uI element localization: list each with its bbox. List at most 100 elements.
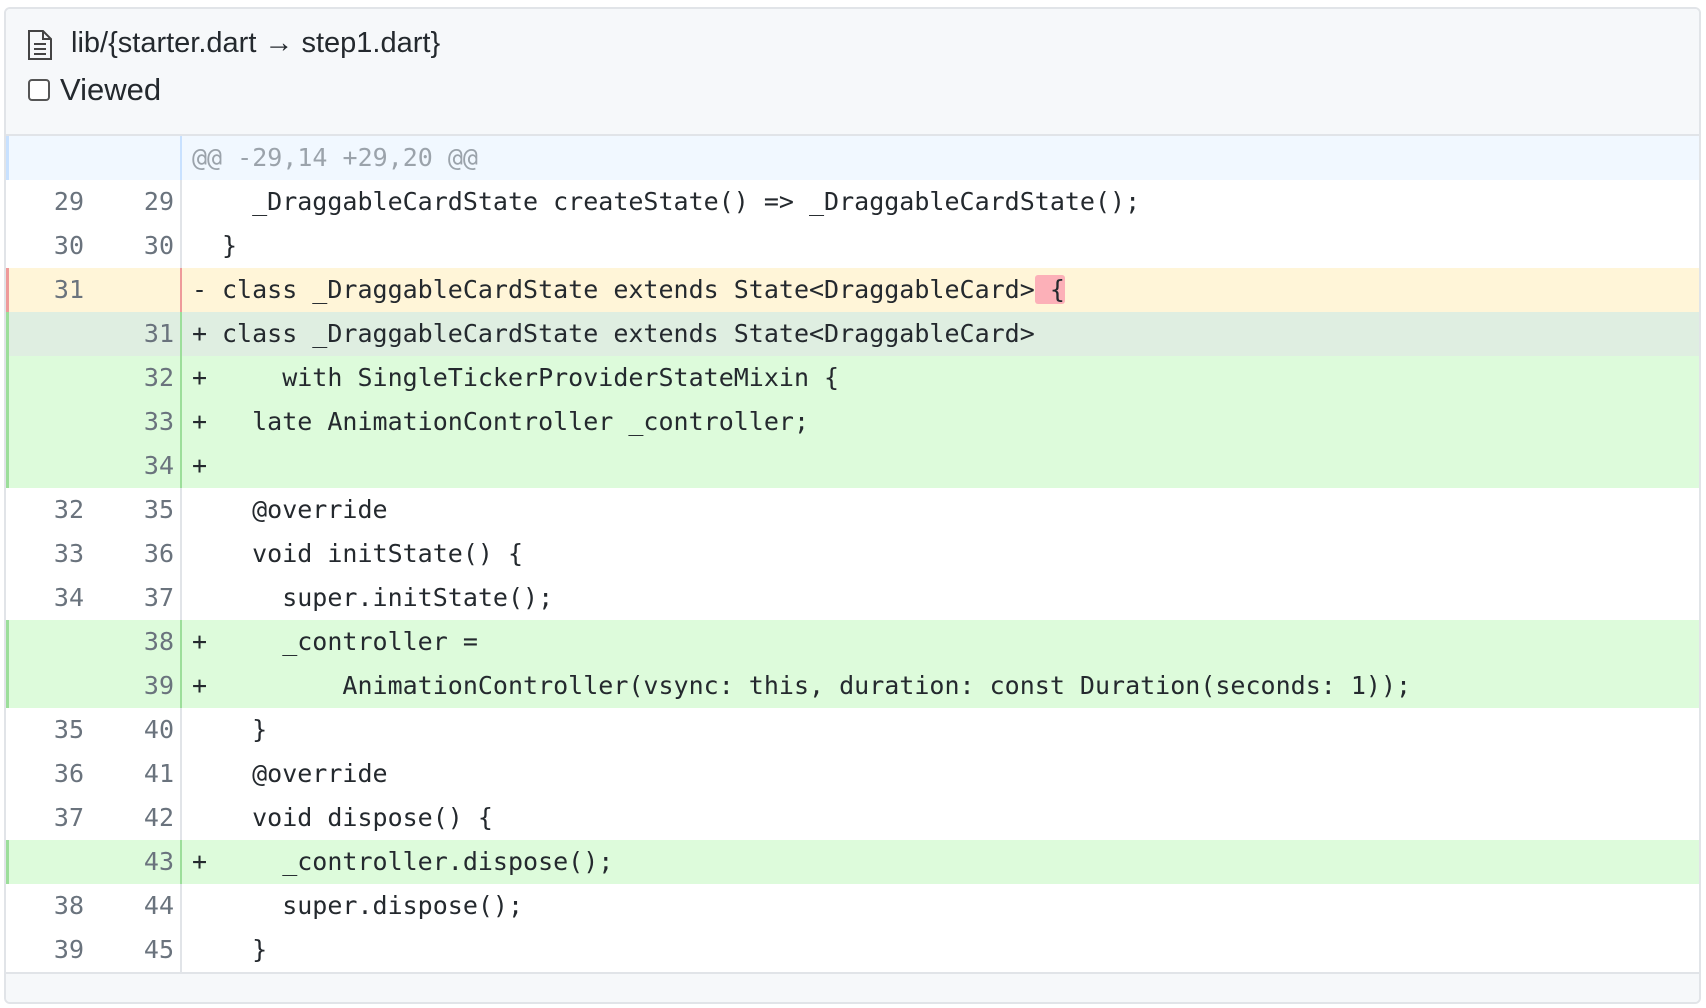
code-text: void initState() {	[222, 539, 524, 568]
diff-marker	[192, 708, 222, 752]
diff-line-context: 34 37 super.initState();	[6, 576, 1699, 620]
line-number-new[interactable]: 38	[90, 620, 182, 664]
line-number-old[interactable]: 37	[6, 796, 90, 840]
line-number-new[interactable]: 34	[90, 444, 182, 488]
code-line: super.initState();	[182, 576, 1699, 620]
diff-line-context: 39 45 }	[6, 928, 1699, 972]
diff-line-context: 38 44 super.dispose();	[6, 884, 1699, 928]
code-line: _DraggableCardState createState() => _Dr…	[182, 180, 1699, 224]
code-text: with SingleTickerProviderStateMixin {	[222, 363, 840, 392]
line-number-old[interactable]: 30	[6, 224, 90, 268]
diff-marker	[192, 224, 222, 268]
line-number-old[interactable]	[6, 620, 90, 664]
line-number-new[interactable]: 42	[90, 796, 182, 840]
removed-token-highlight: {	[1034, 275, 1065, 304]
diff-line-context: 35 40 }	[6, 708, 1699, 752]
line-number-old[interactable]: 38	[6, 884, 90, 928]
diff-table: @@ -29,14 +29,20 @@ 29 29 _DraggableCardS…	[6, 136, 1699, 972]
line-number-old[interactable]: 31	[6, 268, 90, 312]
code-text: }	[222, 935, 268, 964]
line-number-old[interactable]	[6, 400, 90, 444]
code-text: AnimationController(vsync: this, duratio…	[222, 671, 1412, 700]
file-path[interactable]: lib/{starter.dart → step1.dart}	[71, 27, 440, 60]
code-text: super.initState();	[222, 583, 554, 612]
code-line: + _controller.dispose();	[182, 840, 1699, 884]
diff-line-added: 34 +	[6, 444, 1699, 488]
line-number-new[interactable]: 41	[90, 752, 182, 796]
line-number-new[interactable]: 33	[90, 400, 182, 444]
line-number-old[interactable]: 29	[6, 180, 90, 224]
diff-line-added: 32 + with SingleTickerProviderStateMixin …	[6, 356, 1699, 400]
code-text: late AnimationController _controller;	[222, 407, 809, 436]
diff-marker: +	[192, 319, 208, 348]
code-text: _DraggableCardState createState() => _Dr…	[222, 187, 1141, 216]
code-line: }	[182, 224, 1699, 268]
line-number-old[interactable]: 33	[6, 532, 90, 576]
code-line: + late AnimationController _controller;	[182, 400, 1699, 444]
diff-marker	[192, 180, 222, 224]
code-line: @override	[182, 488, 1699, 532]
diff-line-removed: 31 - class _DraggableCardState extends Sta…	[6, 268, 1699, 312]
code-line: }	[182, 708, 1699, 752]
diff-line-added: 33 + late AnimationController _controller…	[6, 400, 1699, 444]
hunk-text: @@ -29,14 +29,20 @@	[192, 143, 478, 172]
line-number-new[interactable]: 29	[90, 180, 182, 224]
line-number-old[interactable]	[6, 356, 90, 400]
viewed-toggle[interactable]: Viewed	[28, 72, 161, 108]
code-line: void dispose() {	[182, 796, 1699, 840]
hunk-gutter-new[interactable]	[90, 136, 182, 180]
line-number-old[interactable]: 39	[6, 928, 90, 972]
line-number-new[interactable]	[90, 268, 182, 312]
line-number-new[interactable]: 44	[90, 884, 182, 928]
line-number-new[interactable]: 32	[90, 356, 182, 400]
code-line: }	[182, 928, 1699, 972]
diff-line-added: 38 + _controller =	[6, 620, 1699, 664]
diff-marker	[192, 752, 222, 796]
line-number-new[interactable]: 36	[90, 532, 182, 576]
viewed-checkbox[interactable]	[28, 79, 50, 101]
hunk-gutter-old[interactable]	[6, 136, 90, 180]
diff-marker: -	[192, 275, 208, 304]
code-line: + class _DraggableCardState extends State…	[182, 312, 1699, 356]
line-number-new[interactable]: 31	[90, 312, 182, 356]
line-number-old[interactable]: 35	[6, 708, 90, 752]
line-number-new[interactable]: 30	[90, 224, 182, 268]
diff-marker: +	[192, 407, 208, 436]
line-number-new[interactable]: 40	[90, 708, 182, 752]
line-number-old[interactable]: 34	[6, 576, 90, 620]
file-icon	[28, 30, 52, 60]
line-number-old[interactable]: 36	[6, 752, 90, 796]
diff-line-context: 37 42 void dispose() {	[6, 796, 1699, 840]
code-line: @override	[182, 752, 1699, 796]
code-line: + with SingleTickerProviderStateMixin {	[182, 356, 1699, 400]
line-number-old[interactable]	[6, 444, 90, 488]
code-text: @override	[222, 759, 388, 788]
viewed-label: Viewed	[60, 72, 162, 107]
line-number-old[interactable]: 32	[6, 488, 90, 532]
line-number-old[interactable]	[6, 840, 90, 884]
diff-footer	[6, 972, 1699, 1002]
diff-marker: +	[192, 451, 208, 480]
line-number-new[interactable]: 37	[90, 576, 182, 620]
code-text: }	[222, 231, 238, 260]
diff-marker: +	[192, 627, 208, 656]
line-number-new[interactable]: 43	[90, 840, 182, 884]
diff-line-added: 31 + class _DraggableCardState extends Sta…	[6, 312, 1699, 356]
diff-marker: +	[192, 363, 208, 392]
diff-marker	[192, 532, 222, 576]
code-line: + _controller =	[182, 620, 1699, 664]
diff-marker	[192, 928, 222, 972]
diff-line-context: 29 29 _DraggableCardState createState() =…	[6, 180, 1699, 224]
diff-line-added: 43 + _controller.dispose();	[6, 840, 1699, 884]
line-number-new[interactable]: 45	[90, 928, 182, 972]
diff-file: lib/{starter.dart → step1.dart} Viewed @…	[4, 7, 1701, 1004]
line-number-old[interactable]	[6, 664, 90, 708]
line-number-new[interactable]: 39	[90, 664, 182, 708]
diff-line-context: 32 35 @override	[6, 488, 1699, 532]
diff-line-added: 39 + AnimationController(vsync: this, dur…	[6, 664, 1699, 708]
diff-line-context: 33 36 void initState() {	[6, 532, 1699, 576]
line-number-new[interactable]: 35	[90, 488, 182, 532]
line-number-old[interactable]	[6, 312, 90, 356]
hunk-header: @@ -29,14 +29,20 @@	[6, 136, 1699, 180]
code-line: +	[182, 444, 1699, 488]
